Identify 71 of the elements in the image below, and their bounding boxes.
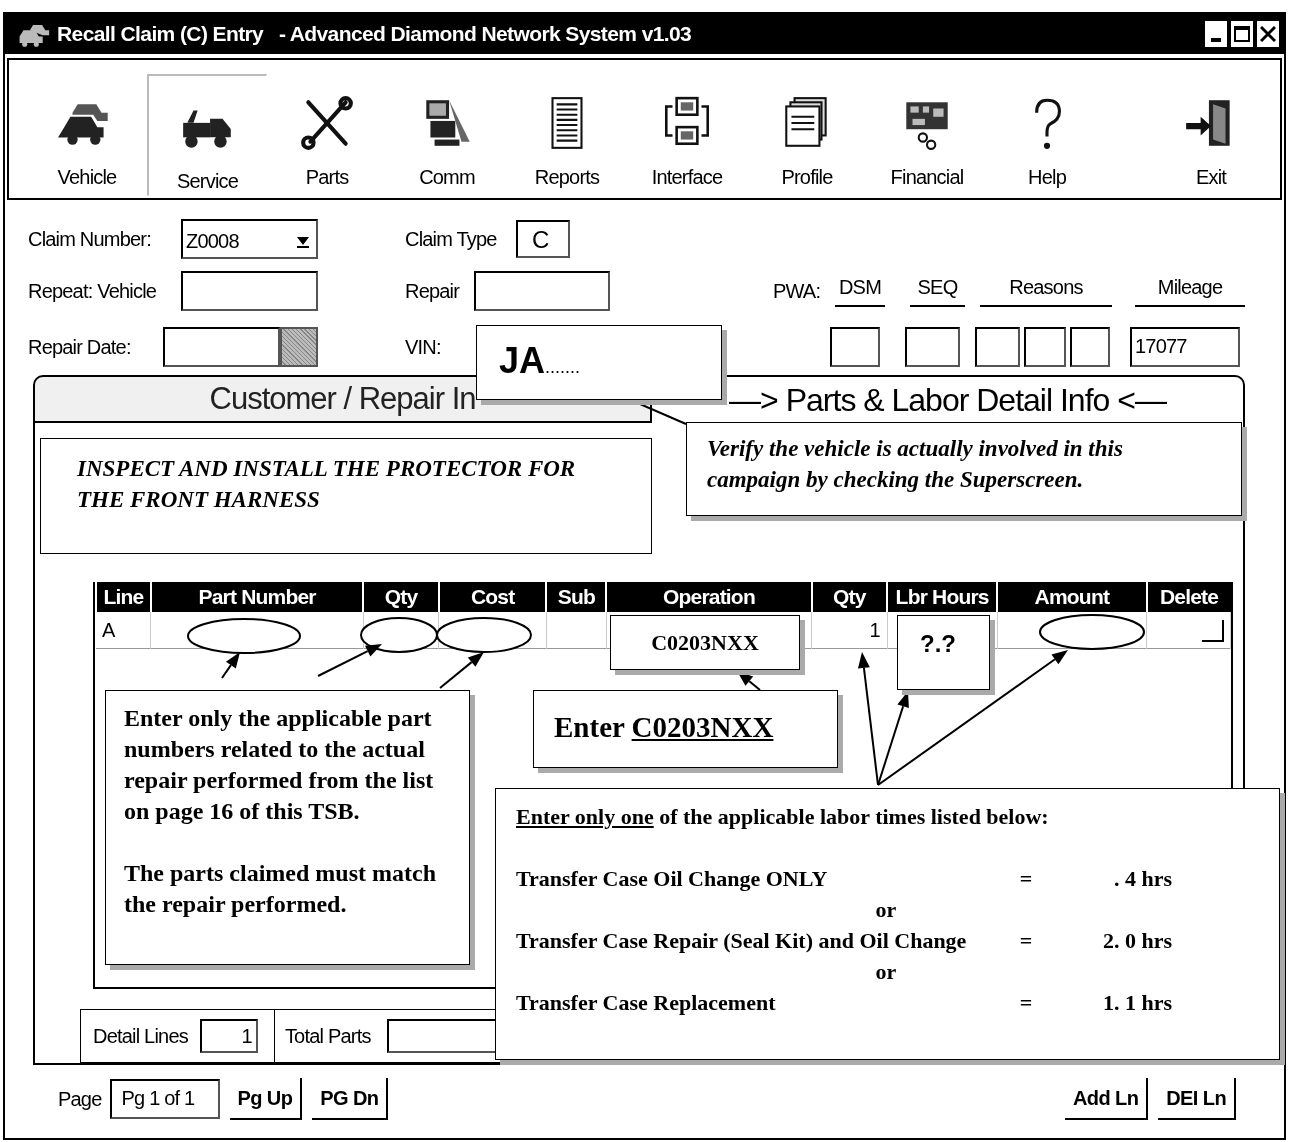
- minimize-icon: [1211, 38, 1221, 42]
- labor-hours: . 4 hrs: [1113, 865, 1172, 893]
- column-header: Amount: [997, 582, 1147, 612]
- minimize-button[interactable]: [1204, 20, 1228, 48]
- column-heading: SEQ: [910, 275, 965, 307]
- field-label: Repair: [405, 279, 461, 303]
- detail-lines-field[interactable]: 1: [199, 1019, 258, 1053]
- close-icon: [1260, 26, 1276, 42]
- separator-text: or: [875, 958, 897, 986]
- page-field[interactable]: Pg 1 of 1: [109, 1079, 220, 1119]
- labor-option: Transfer Case Repair (Seal Kit) and Oil Change: [516, 925, 1006, 956]
- reason-field[interactable]: [1024, 327, 1066, 367]
- claim-number-dropdown[interactable]: Z0008: [181, 219, 318, 259]
- field-label: Page: [58, 1087, 102, 1111]
- page-button[interactable]: Pg Up: [229, 1078, 303, 1120]
- wrench-screwdriver-icon: [298, 94, 356, 152]
- toolbar-button[interactable]: Service: [147, 74, 267, 196]
- seq-field[interactable]: [905, 327, 960, 367]
- line-button[interactable]: DEI Ln: [1158, 1078, 1236, 1120]
- maximize-button[interactable]: [1230, 20, 1254, 48]
- description-box: INSPECT AND INSTALL THE PROTECTOR FOR THE FRONT HARNESS: [40, 438, 652, 554]
- close-button[interactable]: [1256, 20, 1280, 48]
- field-label: Repair Date:: [28, 335, 132, 359]
- column-header: Operation: [606, 582, 812, 612]
- column-header: Sub: [546, 582, 607, 612]
- note-text: The parts claimed must match the repair performed.: [124, 859, 437, 919]
- column-header: Delete: [1146, 582, 1231, 612]
- column-header: Lbr Hours: [887, 582, 998, 612]
- labor-option: Transfer Case Replacement: [516, 987, 1006, 1018]
- reason-field[interactable]: [1070, 327, 1110, 367]
- field-label: Total Parts: [284, 1024, 371, 1048]
- line-button[interactable]: Add Ln: [1065, 1078, 1149, 1120]
- reason-field[interactable]: [975, 327, 1020, 367]
- column-header: Part Number: [150, 582, 364, 612]
- labor-heading: Enter only one of the applicable labor times listed below:: [516, 803, 1050, 831]
- arrow: [221, 652, 240, 679]
- dsm-field[interactable]: [830, 327, 880, 367]
- field-label: PWA:: [773, 279, 822, 303]
- field-label: Claim Number:: [28, 227, 152, 251]
- dropdown-arrow-icon[interactable]: [296, 234, 310, 248]
- separator-text: or: [875, 896, 897, 924]
- repair-field[interactable]: [474, 271, 610, 311]
- column-header: Line: [96, 582, 151, 612]
- equals-sign: =: [1019, 989, 1033, 1017]
- repair-date-field[interactable]: [163, 327, 280, 367]
- field-label: Claim Type: [405, 227, 498, 251]
- labor-hours: 2. 0 hrs: [1102, 927, 1172, 955]
- field-label: Repeat: Vehicle: [28, 279, 158, 303]
- field-label: VIN:: [405, 335, 442, 359]
- equals-sign: =: [1019, 865, 1033, 893]
- note-text: Enter only the applicable part numbers related to the actual repair performed from the list on page 16 of this TSB.: [124, 704, 435, 826]
- repeat-vehicle-field[interactable]: [181, 271, 318, 311]
- labor-option: Transfer Case Oil Change ONLY: [516, 863, 1006, 894]
- arrow: [317, 644, 382, 677]
- maximize-icon: [1234, 26, 1250, 42]
- window-title: Recall Claim (C) Entry - Advanced Diamond Network System v1.03: [57, 22, 692, 46]
- column-heading: Reasons: [980, 275, 1112, 307]
- equals-sign: =: [1019, 927, 1033, 955]
- claim-type-field[interactable]: C: [516, 220, 570, 258]
- column-header: Cost: [438, 582, 547, 612]
- table-cell: A: [96, 612, 151, 649]
- field-label: Detail Lines: [93, 1024, 188, 1048]
- table-cell: 1: [811, 612, 888, 649]
- calendar-button[interactable]: [280, 327, 318, 367]
- column-header: Qty: [811, 582, 888, 612]
- column-heading: DSM: [835, 275, 885, 307]
- labor-hours: 1. 1 hrs: [1102, 989, 1172, 1017]
- column-heading: Mileage: [1135, 275, 1245, 307]
- column-header: Qty: [363, 582, 439, 612]
- page-button[interactable]: PG Dn: [312, 1078, 389, 1120]
- mileage-field[interactable]: 17077: [1130, 327, 1240, 367]
